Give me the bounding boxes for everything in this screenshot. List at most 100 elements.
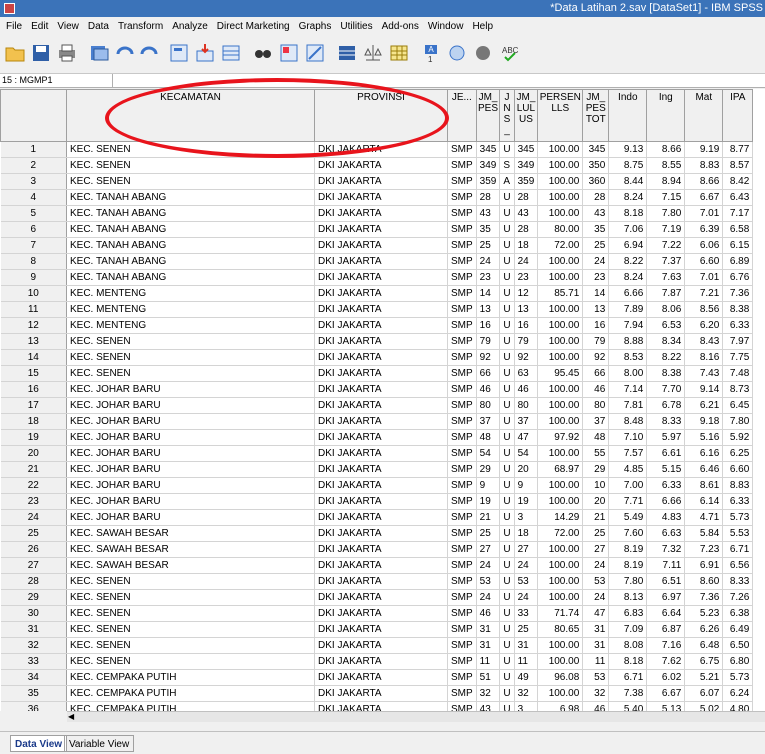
spelling-icon[interactable]: ABC [500,42,522,64]
insert-variable-icon[interactable] [304,42,326,64]
data-cell[interactable]: 6.76 [722,269,754,286]
data-cell[interactable]: 7.06 [608,221,648,238]
data-cell[interactable]: 32 [514,685,539,702]
data-cell[interactable]: 31 [582,637,610,654]
data-cell[interactable]: DKI JAKARTA [314,333,448,350]
data-cell[interactable]: 11 [582,653,610,670]
data-cell[interactable]: 46 [476,605,501,622]
data-cell[interactable]: U [499,397,515,414]
data-cell[interactable]: 349 [514,157,539,174]
data-cell[interactable]: 53 [582,573,610,590]
data-cell[interactable]: 79 [476,333,501,350]
data-cell[interactable]: 5.92 [722,429,754,446]
data-cell[interactable]: U [499,509,515,526]
data-cell[interactable]: 20 [582,493,610,510]
data-cell[interactable]: 6.66 [646,493,686,510]
data-cell[interactable]: 6.33 [722,317,754,334]
data-cell[interactable]: KEC. CEMPAKA PUTIH [66,685,315,702]
column-header[interactable]: JNS_ [499,89,515,142]
data-cell[interactable]: KEC. SENEN [66,173,315,190]
data-cell[interactable]: 23 [514,269,539,286]
find-icon[interactable] [252,42,274,64]
data-cell[interactable]: 8.08 [608,637,648,654]
row-number[interactable]: 14 [0,349,67,366]
data-cell[interactable]: 8.19 [608,557,648,574]
data-cell[interactable]: SMP [447,397,477,414]
data-cell[interactable]: 8.88 [608,333,648,350]
data-cell[interactable]: U [499,573,515,590]
data-cell[interactable]: 7.81 [608,397,648,414]
data-cell[interactable]: DKI JAKARTA [314,141,448,158]
data-cell[interactable]: 8.34 [646,333,686,350]
data-cell[interactable]: 6.33 [722,493,754,510]
data-cell[interactable]: KEC. JOHAR BARU [66,413,315,430]
data-cell[interactable]: 25 [582,525,610,542]
data-cell[interactable]: 31 [514,637,539,654]
data-cell[interactable]: SMP [447,477,477,494]
data-cell[interactable]: SMP [447,605,477,622]
dialog-recall-icon[interactable] [88,42,110,64]
data-cell[interactable]: U [499,589,515,606]
data-cell[interactable]: 359 [514,173,539,190]
data-cell[interactable]: 8.83 [722,477,754,494]
data-cell[interactable]: SMP [447,701,477,711]
data-cell[interactable]: 100.00 [537,333,584,350]
data-cell[interactable]: KEC. SENEN [66,333,315,350]
data-cell[interactable]: 43 [582,205,610,222]
data-cell[interactable]: 6.67 [684,189,724,206]
data-cell[interactable]: 24 [476,557,501,574]
data-cell[interactable]: 27 [582,541,610,558]
row-number[interactable]: 6 [0,221,67,238]
data-cell[interactable]: 100.00 [537,141,584,158]
data-cell[interactable]: 6.64 [646,605,686,622]
data-cell[interactable]: 7.80 [608,573,648,590]
data-cell[interactable]: 100.00 [537,685,584,702]
data-cell[interactable]: 100.00 [537,397,584,414]
data-cell[interactable]: 79 [514,333,539,350]
data-cell[interactable]: 100.00 [537,477,584,494]
column-header[interactable]: Mat [684,89,724,142]
row-number[interactable]: 1 [0,141,67,158]
data-cell[interactable]: 63 [514,365,539,382]
data-cell[interactable]: 6.71 [722,541,754,558]
data-cell[interactable]: 8.60 [684,573,724,590]
data-cell[interactable]: U [499,653,515,670]
data-cell[interactable]: KEC. TANAH ABANG [66,269,315,286]
row-number[interactable]: 10 [0,285,67,302]
data-cell[interactable]: 6.78 [646,397,686,414]
data-cell[interactable]: 9.13 [608,141,648,158]
data-cell[interactable]: 100.00 [537,189,584,206]
data-cell[interactable]: 7.89 [608,301,648,318]
data-cell[interactable]: 13 [582,301,610,318]
data-cell[interactable]: KEC. MENTENG [66,301,315,318]
data-cell[interactable]: A [499,173,515,190]
data-cell[interactable]: 25 [476,525,501,542]
data-cell[interactable]: KEC. TANAH ABANG [66,237,315,254]
data-cell[interactable]: KEC. JOHAR BARU [66,445,315,462]
data-cell[interactable]: 5.40 [608,701,648,711]
data-cell[interactable]: 21 [582,509,610,526]
data-cell[interactable]: 100.00 [537,541,584,558]
data-cell[interactable]: 4.83 [646,509,686,526]
data-cell[interactable]: 24 [514,589,539,606]
row-number[interactable]: 36 [0,701,67,711]
data-cell[interactable]: 6.75 [684,653,724,670]
data-cell[interactable]: 4.80 [722,701,754,711]
data-cell[interactable]: 6.16 [684,445,724,462]
data-cell[interactable]: SMP [447,525,477,542]
data-cell[interactable]: KEC. MENTENG [66,317,315,334]
goto-variable-icon[interactable] [194,42,216,64]
data-cell[interactable]: KEC. SENEN [66,637,315,654]
tab-data-view[interactable]: Data View [10,735,68,752]
data-cell[interactable]: KEC. SENEN [66,589,315,606]
data-cell[interactable]: DKI JAKARTA [314,221,448,238]
data-cell[interactable]: 7.17 [722,205,754,222]
data-cell[interactable]: 12 [514,285,539,302]
data-cell[interactable]: 6.02 [646,669,686,686]
row-number[interactable]: 2 [0,157,67,174]
data-cell[interactable]: 8.18 [608,653,648,670]
data-cell[interactable]: 100.00 [537,157,584,174]
data-cell[interactable]: 66 [582,365,610,382]
row-number[interactable]: 27 [0,557,67,574]
data-cell[interactable]: SMP [447,637,477,654]
